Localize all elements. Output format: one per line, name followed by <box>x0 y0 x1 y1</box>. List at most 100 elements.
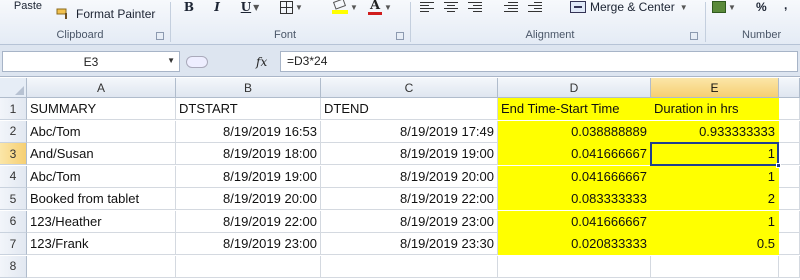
row-header-5[interactable]: 5 <box>0 188 27 210</box>
cell-e4[interactable]: 1 <box>651 165 779 188</box>
font-color-button[interactable]: A ▼ <box>368 0 392 18</box>
cell-f5[interactable] <box>779 188 800 210</box>
cell-c5[interactable]: 8/19/2019 22:00 <box>321 188 498 210</box>
formula-bar-resize-icon[interactable] <box>186 55 208 68</box>
name-box[interactable]: E3 ▼ <box>2 51 180 72</box>
paste-button[interactable]: Paste <box>6 0 50 17</box>
cell-e7[interactable]: 0.5 <box>651 233 779 255</box>
column-header-a[interactable]: A <box>27 78 176 98</box>
column-header-f[interactable] <box>779 78 800 98</box>
merge-center-button[interactable]: Merge & Center ▼ <box>570 0 688 18</box>
merge-center-icon <box>570 1 586 13</box>
cell-a6[interactable]: 123/Heather <box>27 210 176 233</box>
cell-f4[interactable] <box>779 165 800 188</box>
percent-style-button[interactable]: % <box>756 0 767 18</box>
cell-a2[interactable]: Abc/Tom <box>27 120 176 143</box>
cell-c6[interactable]: 8/19/2019 23:00 <box>321 210 498 233</box>
cell-e5[interactable]: 2 <box>651 188 779 210</box>
cell-c7[interactable]: 8/19/2019 23:30 <box>321 233 498 255</box>
insert-function-button[interactable]: fx <box>256 55 267 69</box>
cell-b3[interactable]: 8/19/2019 18:00 <box>176 143 321 165</box>
format-painter-label: Format Painter <box>76 7 156 21</box>
format-painter-button[interactable]: Format Painter <box>56 3 155 25</box>
cell-c8[interactable] <box>321 255 498 278</box>
cell-b8[interactable] <box>176 255 321 278</box>
cell-a7[interactable]: 123/Frank <box>27 233 176 255</box>
cell-b6[interactable]: 8/19/2019 22:00 <box>176 210 321 233</box>
cell-d2[interactable]: 0.038888889 <box>498 120 651 143</box>
fill-color-button[interactable]: ▼ <box>332 0 358 18</box>
cell-c4[interactable]: 8/19/2019 20:00 <box>321 165 498 188</box>
align-left-icon <box>420 2 434 12</box>
column-header-e[interactable]: E <box>651 78 779 98</box>
cell-e8[interactable] <box>651 255 779 278</box>
cell-d1[interactable]: End Time-Start Time <box>498 98 651 120</box>
alignment-launcher-icon[interactable] <box>690 32 698 40</box>
cell-a8[interactable] <box>27 255 176 278</box>
cell-b2[interactable]: 8/19/2019 16:53 <box>176 120 321 143</box>
cell-c1[interactable]: DTEND <box>321 98 498 120</box>
column-header-b[interactable]: B <box>176 78 321 98</box>
row-header-7[interactable]: 7 <box>0 233 27 255</box>
underline-button[interactable]: U ▼ <box>236 0 264 18</box>
cell-e6[interactable]: 1 <box>651 210 779 233</box>
formula-input[interactable]: =D3*24 <box>280 51 798 72</box>
cell-d5[interactable]: 0.083333333 <box>498 188 651 210</box>
comma-style-button[interactable]: , <box>784 0 787 16</box>
cell-d4[interactable]: 0.041666667 <box>498 165 651 188</box>
cell-d3[interactable]: 0.041666667 <box>498 143 651 165</box>
font-launcher-icon[interactable] <box>396 32 404 40</box>
chevron-down-icon: ▼ <box>728 2 736 12</box>
cell-d6[interactable]: 0.041666667 <box>498 210 651 233</box>
merge-center-label: Merge & Center <box>590 0 675 14</box>
borders-button[interactable]: ▼ <box>280 0 303 18</box>
cell-e2[interactable]: 0.933333333 <box>651 120 779 143</box>
chevron-down-icon: ▼ <box>679 2 688 12</box>
cell-c3[interactable]: 8/19/2019 19:00 <box>321 143 498 165</box>
align-right-button[interactable] <box>468 0 482 18</box>
cell-b5[interactable]: 8/19/2019 20:00 <box>176 188 321 210</box>
cell-f7[interactable] <box>779 233 800 255</box>
cell-d8[interactable] <box>498 255 651 278</box>
increase-indent-button[interactable] <box>528 0 542 18</box>
bold-button[interactable]: B <box>180 0 198 18</box>
cell-d7[interactable]: 0.020833333 <box>498 233 651 255</box>
row-header-4[interactable]: 4 <box>0 165 27 188</box>
chevron-down-icon[interactable]: ▼ <box>167 56 175 65</box>
select-all-button[interactable] <box>0 78 27 98</box>
cell-f6[interactable] <box>779 210 800 233</box>
cell-a5[interactable]: Booked from tablet <box>27 188 176 210</box>
align-center-button[interactable] <box>444 0 458 18</box>
cell-b4[interactable]: 8/19/2019 19:00 <box>176 165 321 188</box>
increase-indent-icon <box>528 2 542 12</box>
cell-a3[interactable]: And/Susan <box>27 143 176 165</box>
column-header-d[interactable]: D <box>498 78 651 98</box>
align-left-button[interactable] <box>420 0 434 18</box>
borders-icon <box>280 0 293 14</box>
fill-handle[interactable] <box>776 162 781 168</box>
format-painter-icon <box>56 8 72 20</box>
cell-a4[interactable]: Abc/Tom <box>27 165 176 188</box>
cell-f8[interactable] <box>779 255 800 278</box>
column-header-c[interactable]: C <box>321 78 498 98</box>
cell-a1[interactable]: SUMMARY <box>27 98 176 120</box>
decrease-indent-icon <box>504 2 518 12</box>
row-header-3[interactable]: 3 <box>0 143 27 165</box>
accounting-format-button[interactable]: ▼ <box>712 0 736 18</box>
cell-b1[interactable]: DTSTART <box>176 98 321 120</box>
decrease-indent-button[interactable] <box>504 0 518 18</box>
row-header-8[interactable]: 8 <box>0 255 27 278</box>
cell-f3[interactable] <box>779 143 800 165</box>
cell-c2[interactable]: 8/19/2019 17:49 <box>321 120 498 143</box>
italic-button[interactable]: I <box>208 0 226 18</box>
cell-f2[interactable] <box>779 120 800 143</box>
cell-f1[interactable] <box>779 98 800 120</box>
row-header-2[interactable]: 2 <box>0 120 27 143</box>
clipboard-launcher-icon[interactable] <box>156 32 164 40</box>
row-header-6[interactable]: 6 <box>0 210 27 233</box>
row-header-1[interactable]: 1 <box>0 98 27 120</box>
group-label-number: Number <box>742 29 782 41</box>
cell-b7[interactable]: 8/19/2019 23:00 <box>176 233 321 255</box>
cell-e3[interactable]: 1 <box>651 143 779 165</box>
cell-e1[interactable]: Duration in hrs <box>651 98 779 120</box>
